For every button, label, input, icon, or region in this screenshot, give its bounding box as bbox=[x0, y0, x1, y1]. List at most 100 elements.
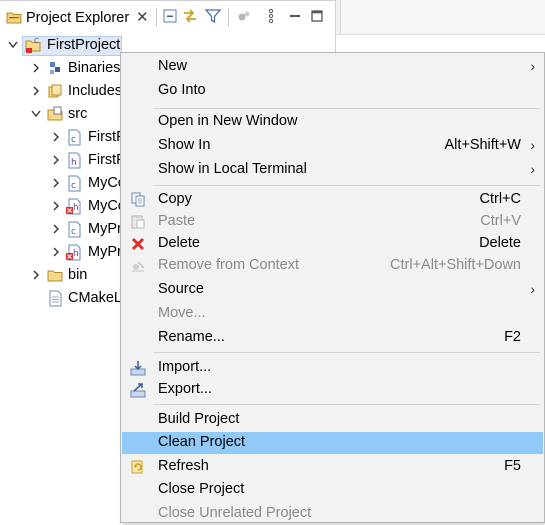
close-icon[interactable]: ✕ bbox=[136, 8, 149, 26]
chevron-right-icon[interactable] bbox=[31, 85, 41, 97]
submenu-arrow-icon: › bbox=[530, 58, 535, 74]
menu-item-show-in-local-terminal[interactable]: Show in Local Terminal › bbox=[122, 159, 543, 181]
menu-item-label: Remove from Context bbox=[158, 257, 300, 273]
menu-item-go-into[interactable]: Go Into bbox=[122, 80, 543, 102]
chevron-right-icon[interactable] bbox=[51, 246, 61, 258]
svg-text:h: h bbox=[71, 158, 77, 168]
tree-item-label: Binaries bbox=[68, 60, 121, 76]
text-file-icon bbox=[47, 290, 64, 307]
toolbar-separator bbox=[228, 8, 229, 26]
menu-item-shortcut: Ctrl+C bbox=[479, 191, 522, 207]
menu-item-shortcut: Ctrl+V bbox=[480, 213, 521, 229]
delete-icon bbox=[130, 236, 146, 252]
chevron-down-icon[interactable] bbox=[31, 108, 41, 120]
project-explorer-tab[interactable]: Project Explorer ✕ bbox=[0, 0, 336, 34]
menu-item-open-in-new-window[interactable]: Open in New Window bbox=[122, 111, 543, 133]
chevron-right-icon[interactable] bbox=[51, 154, 61, 166]
focus-on-active-task-icon[interactable] bbox=[235, 7, 253, 25]
menu-item-label: New bbox=[158, 58, 188, 74]
menu-item-label: Refresh bbox=[158, 458, 209, 474]
view-menu-icon[interactable] bbox=[262, 7, 280, 25]
tree-item-label: src bbox=[68, 106, 88, 122]
svg-text:c: c bbox=[71, 135, 76, 145]
menu-item-build-project[interactable]: Build Project bbox=[122, 409, 543, 431]
menu-item-delete[interactable]: Delete Delete bbox=[122, 233, 543, 255]
menu-item-label: Copy bbox=[158, 191, 192, 207]
svg-text:C: C bbox=[34, 37, 39, 45]
svg-text:h: h bbox=[73, 249, 79, 259]
context-menu: New › Go Into Open in New Window Show In… bbox=[120, 52, 545, 523]
submenu-arrow-icon: › bbox=[530, 161, 535, 177]
chevron-right-icon[interactable] bbox=[51, 131, 61, 143]
menu-separator bbox=[153, 404, 540, 405]
binaries-icon bbox=[47, 60, 64, 77]
menu-item-label: Rename... bbox=[158, 329, 225, 345]
menu-item-label: Show In bbox=[158, 137, 211, 153]
svg-text:h: h bbox=[73, 203, 79, 213]
menu-item-refresh[interactable]: Refresh F5 bbox=[122, 456, 543, 478]
project-explorer-icon bbox=[6, 10, 22, 24]
header-file-error-icon: h bbox=[66, 244, 83, 261]
menu-item-move[interactable]: Move... bbox=[122, 303, 543, 325]
menu-item-copy[interactable]: Copy Ctrl+C bbox=[122, 189, 543, 211]
menu-separator bbox=[153, 108, 540, 109]
tree-item-label: MyPr bbox=[88, 221, 122, 237]
tree-item-label: MyPr bbox=[88, 244, 122, 260]
paste-icon bbox=[130, 214, 146, 230]
copy-icon bbox=[130, 192, 146, 208]
menu-item-label: Close Unrelated Project bbox=[158, 505, 312, 521]
tree-item-label: bin bbox=[68, 267, 88, 283]
menu-item-export[interactable]: Export... bbox=[122, 379, 543, 401]
menu-separator bbox=[153, 352, 540, 353]
chevron-down-icon[interactable] bbox=[8, 39, 18, 51]
menu-item-label: Delete bbox=[158, 235, 200, 251]
maximize-icon[interactable] bbox=[308, 7, 326, 25]
menu-item-source[interactable]: Source › bbox=[122, 279, 543, 301]
tree-item-label: FirstProject bbox=[47, 37, 121, 53]
menu-item-label: Clean Project bbox=[158, 434, 246, 450]
chevron-right-icon[interactable] bbox=[31, 269, 41, 281]
import-icon bbox=[130, 360, 146, 376]
refresh-icon bbox=[130, 459, 146, 475]
header-file-error-icon: h bbox=[66, 198, 83, 215]
menu-item-label: Go Into bbox=[158, 82, 206, 98]
menu-item-label: Open in New Window bbox=[158, 113, 298, 129]
minimize-icon[interactable] bbox=[286, 7, 304, 25]
view-tab-bar: Project Explorer ✕ bbox=[0, 0, 545, 35]
filter-icon[interactable] bbox=[204, 7, 222, 25]
svg-text:c: c bbox=[71, 227, 76, 237]
c-project-icon: C bbox=[25, 37, 42, 54]
menu-item-rename[interactable]: Rename... F2 bbox=[122, 327, 543, 349]
menu-item-label: Source bbox=[158, 281, 204, 297]
menu-item-label: Build Project bbox=[158, 411, 240, 427]
export-icon bbox=[130, 382, 146, 398]
includes-icon bbox=[47, 83, 64, 100]
menu-item-show-in[interactable]: Show In Alt+Shift+W › bbox=[122, 135, 543, 157]
menu-item-clean-project[interactable]: Clean Project bbox=[122, 432, 543, 454]
header-file-icon: h bbox=[66, 152, 83, 169]
tree-item-label: CMakeL bbox=[68, 290, 122, 306]
menu-item-shortcut: Ctrl+Alt+Shift+Down bbox=[390, 257, 521, 273]
submenu-arrow-icon: › bbox=[530, 281, 535, 297]
collapse-all-icon[interactable] bbox=[161, 7, 179, 25]
menu-separator bbox=[153, 185, 540, 186]
chevron-right-icon[interactable] bbox=[31, 62, 41, 74]
menu-item-close-unrelated-project[interactable]: Close Unrelated Project bbox=[122, 503, 543, 525]
chevron-right-icon[interactable] bbox=[51, 223, 61, 235]
chevron-right-icon[interactable] bbox=[51, 200, 61, 212]
menu-item-paste[interactable]: Paste Ctrl+V bbox=[122, 211, 543, 233]
menu-item-label: Show in Local Terminal bbox=[158, 161, 307, 177]
menu-item-close-project[interactable]: Close Project bbox=[122, 479, 543, 501]
svg-text:c: c bbox=[71, 181, 76, 191]
menu-item-new[interactable]: New › bbox=[122, 56, 543, 78]
remove-context-icon bbox=[130, 258, 146, 274]
menu-item-import[interactable]: Import... bbox=[122, 357, 543, 379]
menu-item-shortcut: F2 bbox=[504, 329, 521, 345]
link-with-editor-icon[interactable] bbox=[181, 7, 199, 25]
c-source-file-icon: c bbox=[66, 221, 83, 238]
editor-area-header bbox=[340, 0, 545, 34]
tab-title: Project Explorer bbox=[26, 10, 130, 26]
c-source-file-icon: c bbox=[66, 175, 83, 192]
chevron-right-icon[interactable] bbox=[51, 177, 61, 189]
menu-item-remove-from-context[interactable]: Remove from Context Ctrl+Alt+Shift+Down bbox=[122, 255, 543, 277]
